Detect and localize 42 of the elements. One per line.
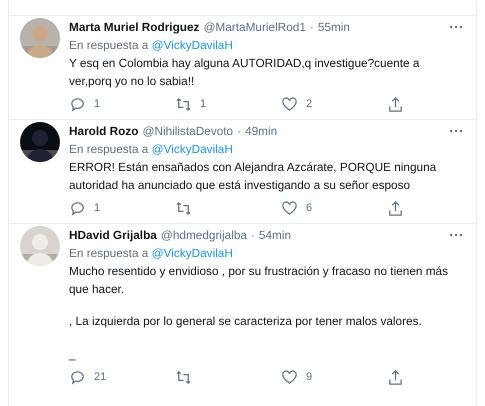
tweet-text: Mucho resentido y envidioso , por su frustración y fracaso no tienen más que hacer. [69,263,450,298]
retweet-count: 1 [200,98,206,110]
user-handle[interactable]: @NihilistaDevoto [142,124,234,138]
heart-icon[interactable] [281,368,298,386]
tweet-text: ERROR! Están ensañados con Alejandra Azcárate, PORQUE ninguna autoridad ha anunciado que está investigando a su señor esposo [69,159,438,194]
user-handle[interactable]: @MartaMurielRod1 [203,20,306,34]
tweet-text: Y esq en Colombia hay alguna AUTORIDAD,q investigue?cuente a ver,porq yo no lo sabia!! [69,55,420,90]
heart-icon[interactable] [281,96,298,112]
retweet-icon[interactable] [175,96,192,112]
timestamp[interactable]: 54min [258,228,292,242]
mention-link[interactable]: @VickyDavilaH [152,38,233,52]
like-count: 9 [306,371,312,383]
heart-icon[interactable] [281,200,298,216]
reply-icon[interactable] [69,96,86,112]
reply-count: 1 [94,202,100,214]
retweet-icon[interactable] [175,368,192,386]
reply-context: En respuesta a @VickyDavilaH [69,37,234,54]
timestamp[interactable]: 49min [245,124,278,138]
retweet-icon[interactable] [175,200,192,216]
reply-context: En respuesta a @VickyDavilaH [69,141,234,158]
reply-count: 21 [94,371,106,383]
share-icon[interactable] [387,200,404,216]
share-icon[interactable] [387,96,404,112]
like-count: 2 [306,98,312,110]
reply-icon[interactable] [69,368,86,386]
separator: · [237,124,242,138]
mention-link[interactable]: @VickyDavilaH [152,142,233,156]
user-name[interactable]: Marta Muriel Rodriguez [69,20,200,34]
user-handle[interactable]: @hdmedgrijalba [160,228,247,242]
reply-context: En respuesta a @VickyDavilaH [69,245,234,262]
share-icon[interactable] [387,368,404,386]
user-name[interactable]: Harold Rozo [69,124,138,138]
separator: · [310,20,314,34]
reply-count: 1 [94,98,100,110]
separator: · [250,228,255,242]
reply-icon[interactable] [69,200,86,216]
mention-link[interactable]: @VickyDavilaH [152,246,233,260]
user-name[interactable]: HDavid Grijalba [69,228,157,242]
timestamp[interactable]: 55min [318,20,350,34]
tweet-text: , La izquierda por lo general se caracteriza por tener malos valores. [69,313,423,330]
tweet-text: _ [69,346,77,362]
like-count: 6 [306,202,312,214]
